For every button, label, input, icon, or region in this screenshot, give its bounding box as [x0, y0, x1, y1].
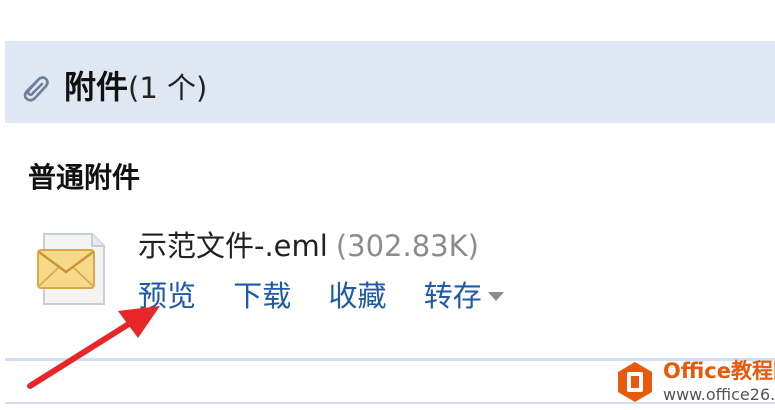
favorite-link[interactable]: 收藏 — [328, 279, 386, 313]
file-info-row: 示范文件-.eml (302.83K) — [138, 226, 479, 266]
attachment-title-text: 附件 — [64, 68, 129, 106]
download-link[interactable]: 下载 — [233, 279, 291, 313]
chevron-down-icon[interactable] — [487, 291, 504, 301]
watermark-title: Office教程网 — [663, 359, 775, 383]
normal-attachments-label: 普通附件 — [28, 161, 141, 194]
email-attachment-panel: 附件(1 个) 普通附件 示范文件-.eml (302.83K) 预览 下载 收藏… — [0, 0, 775, 410]
file-size: (302.83K) — [335, 229, 479, 263]
paperclip-icon — [18, 71, 52, 105]
save-to-link[interactable]: 转存 — [424, 279, 504, 313]
watermark: Office教程网 www.office26.com — [607, 354, 775, 410]
save-to-label: 转存 — [423, 279, 482, 313]
attachment-header: 附件(1 个) — [5, 41, 775, 123]
preview-link[interactable]: 预览 — [138, 279, 196, 313]
office-logo-icon — [615, 360, 655, 404]
file-name: 示范文件-.eml — [138, 229, 328, 263]
attachment-count: (1 个) — [128, 71, 208, 105]
attachment-title: 附件(1 个) — [64, 67, 207, 108]
file-actions: 预览 下载 收藏 转存 — [138, 276, 504, 316]
envelope-file-icon[interactable] — [34, 228, 112, 310]
watermark-url: www.office26.com — [663, 385, 775, 404]
